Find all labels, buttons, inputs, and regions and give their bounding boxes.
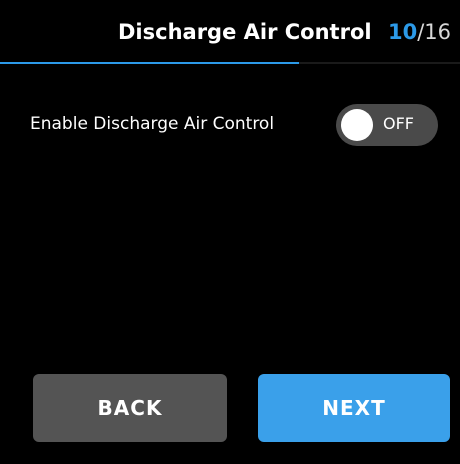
progress-bar (0, 62, 460, 64)
discharge-air-toggle[interactable]: OFF (336, 104, 438, 146)
next-button[interactable]: NEXT (258, 374, 450, 442)
step-counter: 10/16 (388, 20, 451, 44)
step-total: /16 (417, 20, 452, 44)
setting-label: Enable Discharge Air Control (30, 114, 275, 134)
toggle-state-label: OFF (383, 114, 414, 133)
step-current: 10 (388, 20, 418, 44)
progress-fill (0, 62, 299, 64)
page-title: Discharge Air Control (118, 20, 372, 44)
toggle-knob (341, 109, 373, 141)
back-button[interactable]: BACK (33, 374, 227, 442)
header: Discharge Air Control 10/16 (0, 0, 460, 64)
setting-row-discharge-air: Enable Discharge Air Control OFF (30, 104, 440, 146)
